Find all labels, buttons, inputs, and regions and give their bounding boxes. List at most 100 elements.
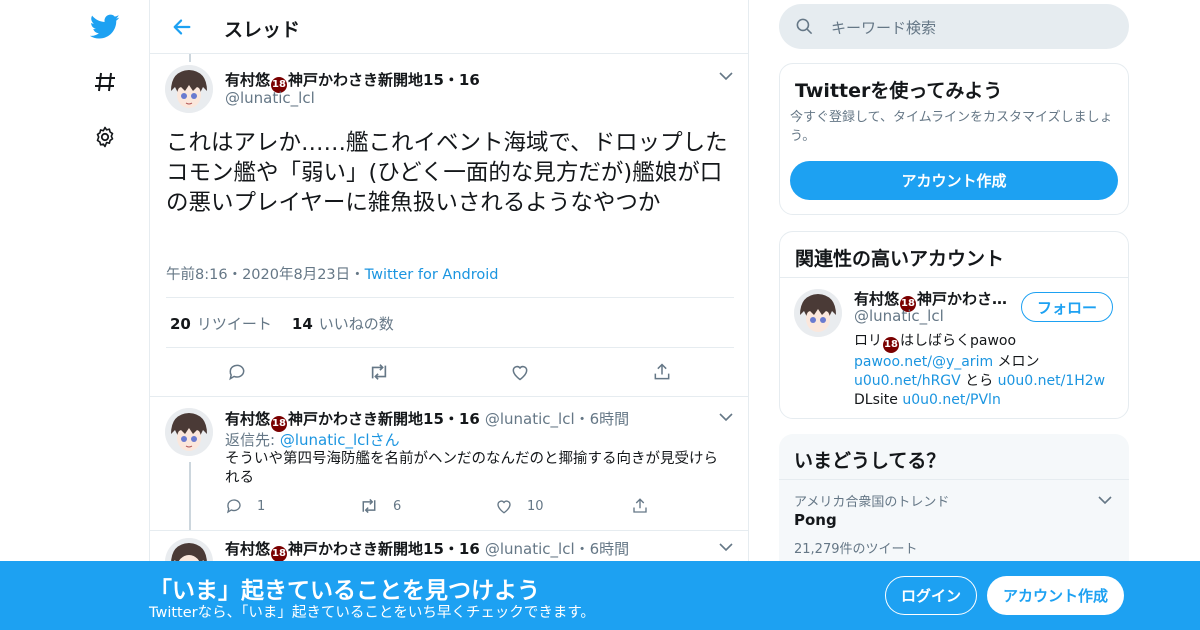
heart-icon[interactable]: [505, 357, 535, 387]
author-handle[interactable]: @lunatic_lcl: [485, 410, 575, 428]
separator-dot: ・: [574, 540, 590, 558]
trend-name[interactable]: Pong: [794, 511, 837, 529]
r18-badge: 18: [271, 546, 288, 562]
heart-icon: [497, 500, 511, 514]
bio-link[interactable]: u0u0.net/hRGV: [854, 373, 961, 389]
reply-header: 有村悠 18 神戸かわさき新開地15・16 @lunatic_lcl・6時間: [225, 538, 629, 562]
separator-dot: ・: [350, 267, 365, 283]
retweet-label: リツイート: [196, 315, 272, 333]
search-input[interactable]: キーワード検索: [831, 17, 936, 38]
tweet-date[interactable]: 2020年8月23日: [242, 267, 350, 283]
signup-card-desc: 今すぐ登録して、タイムラインをカスタマイズしましょう。: [790, 110, 1113, 144]
bio-link[interactable]: u0u0.net/PVln: [902, 392, 1001, 408]
reply-count: 1: [257, 498, 266, 514]
retweet-action[interactable]: 6: [359, 497, 401, 515]
author-name-part: 有村悠: [225, 71, 271, 89]
bio-text: DLsite: [854, 392, 903, 408]
like-stat[interactable]: 14 いいねの数: [292, 313, 394, 334]
signup-card-title: Twitterを使ってみよう: [795, 80, 1003, 102]
reply-to-suffix: さん: [369, 431, 400, 449]
divider: [779, 479, 1129, 480]
signup-card: Twitterを使ってみよう 今すぐ登録して、タイムラインをカスタマイズしましょ…: [779, 63, 1129, 215]
banner-signup-button[interactable]: アカウント作成: [987, 576, 1124, 615]
login-button[interactable]: ログイン: [885, 576, 977, 615]
author-name-part: 神戸かわさき新開地15・16: [288, 540, 480, 558]
related-accounts-card: 関連性の高いアカウント 有村悠 18 神戸かわさ… @lunatic_lcl フォロ…: [779, 231, 1129, 419]
chevron-down-icon[interactable]: [1095, 490, 1115, 510]
author-handle[interactable]: @lunatic_lcl: [225, 89, 315, 107]
avatar[interactable]: [165, 408, 213, 456]
like-count: 10: [527, 498, 544, 514]
search-box[interactable]: キーワード検索: [779, 4, 1129, 49]
page-title: スレッド: [224, 19, 301, 41]
follow-button[interactable]: フォロー: [1021, 292, 1113, 322]
tweet-time[interactable]: 午前8:16: [166, 267, 228, 283]
tweet-stats: 20 リツイート 14 いいねの数: [170, 313, 394, 334]
tweet-time[interactable]: 6時間: [590, 540, 630, 558]
bio-text: ロリ: [854, 333, 882, 349]
banner-title: 「いま」起きていることを見つけよう: [149, 578, 540, 604]
avatar[interactable]: [794, 289, 842, 337]
search-icon: [795, 17, 814, 40]
share-icon: [633, 498, 647, 513]
author-name-part: 有村悠: [225, 540, 271, 558]
chevron-down-icon[interactable]: [716, 66, 736, 86]
r18-badge: 18: [883, 337, 899, 353]
like-action[interactable]: 10: [495, 497, 544, 515]
tweet-source-link[interactable]: Twitter for Android: [365, 267, 499, 283]
account-name-part: 有村悠: [854, 290, 900, 308]
tweet-text: これはアレか……艦これイベント海域で、ドロップしたコモン艦や「弱い」(ひどく一面…: [166, 130, 728, 216]
chevron-down-icon[interactable]: [716, 407, 736, 427]
thread-header: スレッド: [150, 0, 748, 54]
account-name-part: 神戸かわさ…: [917, 290, 1008, 308]
bio-link[interactable]: u0u0.net/1H2w: [998, 373, 1106, 389]
banner-subtitle: Twitterなら、「いま」起きていることをいち早くチェックできます。: [149, 605, 595, 621]
author-name-part: 神戸かわさき新開地15・16: [288, 410, 480, 428]
author-name[interactable]: 有村悠 18 神戸かわさき新開地15・16: [225, 540, 480, 562]
left-nav: [0, 0, 150, 630]
back-arrow-icon[interactable]: [168, 13, 196, 41]
retweet-count: 6: [393, 498, 402, 514]
thread-connector: [189, 462, 191, 530]
tweet-text: そういや第四号海防艦を名前がヘンだのなんだのと揶揄する向きが見受けられる: [225, 451, 718, 486]
trend-count: 21,279件のツイート: [794, 542, 918, 557]
author-name-part: 神戸かわさき新開地15・16: [288, 71, 480, 89]
reply-to: 返信先: @lunatic_lclさん: [225, 429, 400, 450]
retweet-icon: [362, 498, 376, 514]
like-count: 14: [291, 315, 313, 333]
thread-connector: [189, 54, 191, 62]
author-name[interactable]: 有村悠 18 神戸かわさき新開地15・16: [225, 410, 480, 432]
gear-icon[interactable]: [88, 120, 122, 154]
account-bio: ロリ 18 はしばらくpawoo pawoo.net/@y_arim メロン u0u…: [854, 332, 1124, 410]
signup-banner: 「いま」起きていることを見つけよう Twitterなら、「いま」起きていることを…: [0, 561, 1200, 630]
author-handle[interactable]: @lunatic_lcl: [485, 540, 575, 558]
separator-dot: ・: [574, 410, 590, 428]
twitter-logo-icon[interactable]: [88, 10, 122, 44]
share-icon[interactable]: [647, 357, 677, 387]
thread-column: スレッド 有村悠 18 神戸かわさき新開地15・16 @lunatic_lcl これ…: [149, 0, 749, 630]
account-handle[interactable]: @lunatic_lcl: [854, 307, 944, 325]
trend-context: アメリカ合衆国のトレンド: [794, 495, 950, 510]
retweet-icon[interactable]: [364, 357, 394, 387]
retweet-stat[interactable]: 20 リツイート: [170, 313, 272, 334]
bio-link[interactable]: pawoo.net/@y_arim: [854, 354, 993, 370]
reply-action[interactable]: 1: [225, 497, 265, 515]
bio-text: メロン: [993, 354, 1040, 370]
separator-dot: ・: [227, 267, 243, 283]
bio-text: とら: [960, 373, 998, 389]
reply-icon[interactable]: [222, 357, 252, 387]
tweet-meta: 午前8:16・2020年8月23日・Twitter for Android: [166, 263, 498, 284]
share-action[interactable]: [631, 497, 649, 515]
trends-card-title: いまどうしてる？: [794, 450, 946, 472]
hashtag-icon[interactable]: [88, 65, 122, 99]
divider: [150, 530, 748, 531]
chevron-down-icon[interactable]: [716, 537, 736, 557]
signup-button[interactable]: アカウント作成: [790, 161, 1118, 200]
reply-to-label: 返信先:: [225, 431, 280, 449]
bio-text: はしばらくpawoo: [900, 333, 1017, 349]
like-label: いいねの数: [318, 315, 394, 333]
tweet-time[interactable]: 6時間: [590, 410, 630, 428]
trends-card: いまどうしてる？ アメリカ合衆国のトレンド Pong 21,279件のツイート: [779, 434, 1129, 574]
avatar[interactable]: [165, 65, 213, 113]
reply-to-handle[interactable]: @lunatic_lcl: [280, 431, 370, 449]
